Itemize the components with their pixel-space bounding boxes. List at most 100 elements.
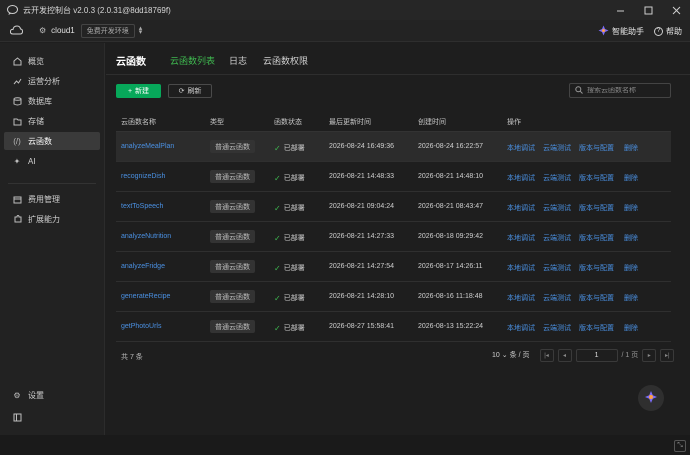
- function-name-link[interactable]: textToSpeech: [121, 203, 163, 210]
- updated-time: 2026-08-21 14:27:54: [329, 263, 394, 270]
- updated-time: 2026-08-21 14:48:33: [329, 173, 394, 180]
- version-config-link[interactable]: 版本与配置: [579, 203, 614, 213]
- table-row[interactable]: analyzeMealPlan 普通云函数 ✓ 已部署 2026-08-24 16:49…: [116, 132, 671, 162]
- delete-link[interactable]: 删除: [624, 293, 638, 303]
- status-text: 已部署: [283, 295, 305, 302]
- help-button[interactable]: ? 帮助: [654, 26, 682, 37]
- search-input[interactable]: [587, 87, 667, 94]
- local-debug-link[interactable]: 本地调试: [507, 293, 535, 303]
- main-content: 云函数 云函数列表 日志 云函数权限 + 新建 ⟳ 刷新 云函数名称 类型 函数…: [106, 43, 690, 435]
- created-time: 2026-08-24 16:22:57: [418, 143, 483, 150]
- sidebar-item-label: 费用管理: [28, 194, 60, 204]
- function-name-link[interactable]: recognizeDish: [121, 173, 165, 180]
- cloud-test-link[interactable]: 云端测试: [543, 203, 571, 213]
- version-config-link[interactable]: 版本与配置: [579, 263, 614, 273]
- updated-time: 2026-08-24 16:49:36: [329, 143, 394, 150]
- cloud-test-link[interactable]: 云端测试: [543, 263, 571, 273]
- delete-link[interactable]: 删除: [624, 173, 638, 183]
- check-icon: ✓: [274, 323, 281, 333]
- local-debug-link[interactable]: 本地调试: [507, 203, 535, 213]
- function-name-link[interactable]: analyzeMealPlan: [121, 143, 174, 150]
- local-debug-link[interactable]: 本地调试: [507, 143, 535, 153]
- function-name-link[interactable]: generateRecipe: [121, 293, 170, 300]
- delete-link[interactable]: 删除: [624, 143, 638, 153]
- sidebar-item-database[interactable]: 数据库: [4, 92, 100, 110]
- pagination: 10 ⌄ 条 / 页 |◂ ◂ 1 / 1 页 ▸ ▸|: [492, 348, 675, 362]
- sidebar-item-billing[interactable]: 费用管理: [4, 190, 100, 208]
- version-config-link[interactable]: 版本与配置: [579, 233, 614, 243]
- table-row[interactable]: recognizeDish 普通云函数 ✓ 已部署 2026-08-21 14:48:3…: [116, 162, 671, 192]
- sidebar-item-ai[interactable]: ✦ AI: [4, 152, 100, 170]
- corner-icon[interactable]: ⤡: [674, 440, 686, 452]
- last-page-button[interactable]: ▸|: [660, 348, 675, 362]
- column-header: 操作: [507, 119, 521, 126]
- gear-icon: ⚙: [13, 390, 21, 400]
- cloud-test-link[interactable]: 云端测试: [543, 323, 571, 333]
- sidebar-item-extensions[interactable]: 扩展能力: [4, 210, 100, 228]
- sidebar-item-cloud-functions[interactable]: (/) 云函数: [4, 132, 100, 150]
- local-debug-link[interactable]: 本地调试: [507, 173, 535, 183]
- refresh-button[interactable]: ⟳ 刷新: [168, 84, 212, 98]
- table-row[interactable]: analyzeNutrition 普通云函数 ✓ 已部署 2026-08-21 14:2…: [116, 222, 671, 252]
- tab-permissions[interactable]: 云函数权限: [263, 54, 308, 67]
- local-debug-link[interactable]: 本地调试: [507, 233, 535, 243]
- version-config-link[interactable]: 版本与配置: [579, 173, 614, 183]
- folder-icon: [12, 117, 22, 126]
- sidebar-item-settings[interactable]: ⚙ 设置: [4, 386, 100, 404]
- refresh-icon: ⟳: [178, 88, 185, 95]
- home-icon: [12, 56, 22, 66]
- maximize-button[interactable]: [634, 0, 662, 20]
- page-number-input[interactable]: 1: [575, 348, 618, 362]
- new-function-button[interactable]: + 新建: [116, 84, 161, 98]
- table-row[interactable]: textToSpeech 普通云函数 ✓ 已部署 2026-08-21 09:04:24…: [116, 192, 671, 222]
- tab-bar: 云函数 云函数列表 日志 云函数权限: [106, 43, 690, 75]
- sidebar-item-label: 云函数: [28, 136, 52, 146]
- search-box[interactable]: [569, 83, 671, 98]
- version-config-link[interactable]: 版本与配置: [579, 323, 614, 333]
- delete-link[interactable]: 删除: [624, 203, 638, 213]
- prev-page-button[interactable]: ◂: [557, 348, 572, 362]
- sidebar-item-label: AI: [28, 156, 36, 166]
- check-icon: ✓: [274, 263, 281, 273]
- column-header: 最后更新时间: [329, 119, 371, 126]
- cloud-test-link[interactable]: 云端测试: [543, 293, 571, 303]
- assistant-logo-icon: [598, 25, 609, 38]
- delete-link[interactable]: 删除: [624, 233, 638, 243]
- column-header: 创建时间: [418, 119, 446, 126]
- environment-selector[interactable]: ⚙ cloud1 免费开发环境 ▴ ▾: [39, 23, 142, 38]
- cloud-test-link[interactable]: 云端测试: [543, 143, 571, 153]
- tab-function-list[interactable]: 云函数列表: [170, 54, 215, 67]
- function-name-link[interactable]: analyzeFridge: [121, 263, 165, 270]
- local-debug-link[interactable]: 本地调试: [507, 263, 535, 273]
- status-cell: ✓ 已部署: [274, 203, 305, 213]
- close-button[interactable]: [662, 0, 690, 20]
- cloud-logo-icon: [9, 24, 24, 37]
- page-size-select[interactable]: 10 ⌄ 条 / 页: [492, 350, 530, 360]
- function-name-link[interactable]: analyzeNutrition: [121, 233, 171, 240]
- next-page-button[interactable]: ▸: [642, 348, 657, 362]
- delete-link[interactable]: 删除: [624, 323, 638, 333]
- check-icon: ✓: [274, 143, 281, 153]
- version-config-link[interactable]: 版本与配置: [579, 293, 614, 303]
- table-row[interactable]: analyzeFridge 普通云函数 ✓ 已部署 2026-08-21 14:27:5…: [116, 252, 671, 282]
- cloud-test-link[interactable]: 云端测试: [543, 233, 571, 243]
- window-title: 云开发控制台 v2.0.3 (2.0.31@8dd18769f): [23, 5, 171, 15]
- sidebar-item-storage[interactable]: 存储: [4, 112, 100, 130]
- cloud-test-link[interactable]: 云端测试: [543, 173, 571, 183]
- sidebar-item-analytics[interactable]: 运营分析: [4, 72, 100, 90]
- version-config-link[interactable]: 版本与配置: [579, 143, 614, 153]
- collapse-sidebar-button[interactable]: [4, 408, 100, 426]
- delete-link[interactable]: 删除: [624, 263, 638, 273]
- type-badge: 普通云函数: [210, 260, 255, 273]
- minimize-button[interactable]: [606, 0, 634, 20]
- assistant-fab-button[interactable]: [638, 385, 664, 411]
- table-row[interactable]: generateRecipe 普通云函数 ✓ 已部署 2026-08-21 14:28:…: [116, 282, 671, 312]
- first-page-button[interactable]: |◂: [539, 348, 554, 362]
- table-row[interactable]: getPhotoUrls 普通云函数 ✓ 已部署 2026-08-27 15:58:41…: [116, 312, 671, 342]
- type-badge: 普通云函数: [210, 230, 255, 243]
- sidebar-item-overview[interactable]: 概览: [4, 52, 100, 70]
- assistant-button[interactable]: 智能助手: [598, 25, 644, 38]
- local-debug-link[interactable]: 本地调试: [507, 323, 535, 333]
- tab-logs[interactable]: 日志: [229, 54, 247, 67]
- function-name-link[interactable]: getPhotoUrls: [121, 323, 161, 330]
